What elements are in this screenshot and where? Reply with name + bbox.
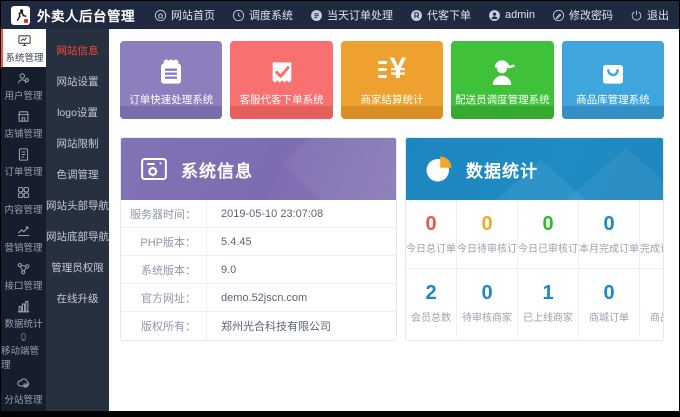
- main-content: 订单快速处理系统 客服代客下单系统 ¥ 商家结算统计: [109, 29, 679, 411]
- mobile-phone-icon: [16, 333, 31, 341]
- topnav-today-orders[interactable]: 当天订单处理: [310, 7, 393, 23]
- cloud-site-icon: [16, 375, 31, 390]
- link-nodes-icon: [16, 261, 31, 276]
- system-info-table: 服务器时间： 2019-05-10 23:07:08 PHP版本： 5.4.45…: [121, 200, 396, 340]
- shopping-bag-icon: [597, 41, 629, 89]
- card-courier-dispatch[interactable]: 配送员调度管理系统: [451, 41, 553, 119]
- sidebar-secondary: 网站信息 网站设置 logo设置 网站限制 色调管理 网站头部导航 网站底部导航…: [46, 29, 109, 411]
- sidebar-item-order-mgmt[interactable]: 订单管理: [1, 143, 46, 181]
- topnav-logout[interactable]: 退出: [630, 7, 669, 23]
- subnav-admin-permissions[interactable]: 管理员权限: [46, 252, 109, 283]
- dashboard-panels: 系统信息 服务器时间： 2019-05-10 23:07:08 PHP版本： 5…: [120, 137, 664, 341]
- card-merchant-settlement[interactable]: ¥ 商家结算统计: [341, 41, 443, 119]
- sidebar-item-content-mgmt[interactable]: 内容管理: [1, 181, 46, 219]
- bar-chart-icon: [16, 299, 31, 314]
- order-document-icon: [16, 147, 31, 162]
- system-window-gear-icon: [139, 154, 169, 184]
- sidebar-item-mobile-mgmt[interactable]: 移动端管理: [1, 333, 46, 371]
- courier-icon: [486, 41, 518, 89]
- topnav-account[interactable]: admin: [488, 9, 535, 22]
- stats-grid: 0 今日总订单 0 今日待审核订 0 今日已审核订 0: [406, 200, 663, 338]
- data-stats-title: 数据统计: [466, 157, 538, 182]
- topnav: 网站首页 调度系统 当天订单处理 代客下单: [154, 7, 669, 23]
- sidebar-item-data-stats[interactable]: 数据统计: [1, 295, 46, 333]
- card-order-quick-process[interactable]: 订单快速处理系统: [120, 41, 222, 119]
- dispatch-clock-icon: [232, 9, 245, 22]
- topnav-dispatch-system[interactable]: 调度系统: [232, 7, 293, 23]
- info-row-copyright: 版权所有： 郑州光合科技有限公司: [121, 312, 396, 340]
- subnav-logo-settings[interactable]: logo设置: [46, 97, 109, 128]
- logo-red-dot: [24, 19, 28, 23]
- stat-total-completed-orders: 0 完成订单总量: [640, 200, 664, 269]
- topnav-change-password[interactable]: 修改密码: [552, 7, 613, 23]
- system-info-panel: 系统信息 服务器时间： 2019-05-10 23:07:08 PHP版本： 5…: [120, 137, 397, 341]
- subnav-color-mgmt[interactable]: 色调管理: [46, 159, 109, 190]
- quick-link-cards: 订单快速处理系统 客服代客下单系统 ¥ 商家结算统计: [120, 41, 664, 119]
- subnav-footer-nav[interactable]: 网站底部导航: [46, 221, 109, 252]
- data-stats-panel: 数据统计 0 今日总订单 0 今日待审核订 0 今日已审核: [405, 137, 664, 341]
- user-icon: [488, 9, 501, 22]
- topbar: 外卖人后台管理 网站首页 调度系统 当天订单处理: [1, 1, 679, 29]
- today-orders-icon: [310, 9, 323, 22]
- stat-today-reviewed: 0 今日已审核订: [518, 200, 579, 269]
- yuan-bill-icon: ¥: [378, 41, 407, 89]
- pie-chart-icon: [424, 154, 454, 184]
- screenshot-frame: 外卖人后台管理 网站首页 调度系统 当天订单处理: [0, 0, 680, 417]
- info-row-system-version: 系统版本： 9.0: [121, 256, 396, 284]
- topnav-home[interactable]: 网站首页: [154, 7, 215, 23]
- topnav-proxy-order[interactable]: 代客下单: [410, 7, 471, 23]
- system-info-title: 系统信息: [181, 157, 253, 182]
- subnav-online-upgrade[interactable]: 在线升级: [46, 283, 109, 314]
- trend-chart-icon: [16, 223, 31, 238]
- subnav-site-info[interactable]: 网站信息: [46, 35, 109, 66]
- subnav-site-settings[interactable]: 网站设置: [46, 66, 109, 97]
- subnav-site-limits[interactable]: 网站限制: [46, 128, 109, 159]
- stat-online-merchants: 1 已上线商家: [518, 269, 579, 338]
- stat-mall-orders: 0 商城订单: [579, 269, 640, 338]
- notepad-icon: [155, 41, 187, 89]
- receipt-check-icon: [266, 41, 298, 89]
- proxy-order-icon: [410, 9, 423, 22]
- sidebar-item-marketing-mgmt[interactable]: 营销管理: [1, 219, 46, 257]
- power-icon: [630, 9, 643, 22]
- stat-today-pending-review: 0 今日待审核订: [457, 200, 518, 269]
- sidebar-item-user-mgmt[interactable]: 用户管理: [1, 67, 46, 105]
- system-info-header: 系统信息: [121, 138, 396, 200]
- stat-product-count: 2 商品数量: [640, 269, 664, 338]
- sidebar-item-system-mgmt[interactable]: 系统管理: [1, 29, 46, 67]
- stat-total-members: 2 会员总数: [406, 269, 457, 338]
- stat-pending-merchants: 0 待审核商家: [457, 269, 518, 338]
- layout: 系统管理 用户管理 店铺管理 订单管理 内容管理 营销管理: [1, 29, 679, 411]
- edit-pencil-icon: [552, 9, 565, 22]
- info-row-official-site: 官方网址： demo.52jscn.com: [121, 284, 396, 312]
- stat-month-completed-orders: 0 本月完成订单: [579, 200, 640, 269]
- sidebar-item-api-mgmt[interactable]: 接口管理: [1, 257, 46, 295]
- data-stats-header: 数据统计: [406, 138, 663, 200]
- user-gear-icon: [16, 71, 31, 86]
- card-product-library[interactable]: 商品库管理系统: [562, 41, 664, 119]
- info-row-php-version: PHP版本： 5.4.45: [121, 228, 396, 256]
- card-agent-order-system[interactable]: 客服代客下单系统: [230, 41, 332, 119]
- sidebar-item-shop-mgmt[interactable]: 店铺管理: [1, 105, 46, 143]
- home-icon: [154, 9, 167, 22]
- grid-icon: [16, 185, 31, 200]
- app-logo: [11, 6, 30, 25]
- shop-icon: [16, 109, 31, 124]
- sidebar-primary: 系统管理 用户管理 店铺管理 订单管理 内容管理 营销管理: [1, 29, 46, 411]
- sidebar-item-substation-mgmt[interactable]: 分站管理: [1, 371, 46, 409]
- monitor-icon: [17, 33, 32, 48]
- admin-app-window: 外卖人后台管理 网站首页 调度系统 当天订单处理: [1, 1, 679, 411]
- app-title: 外卖人后台管理: [37, 5, 135, 25]
- info-row-server-time: 服务器时间： 2019-05-10 23:07:08: [121, 200, 396, 228]
- subnav-header-nav[interactable]: 网站头部导航: [46, 190, 109, 221]
- stat-today-total-orders: 0 今日总订单: [406, 200, 457, 269]
